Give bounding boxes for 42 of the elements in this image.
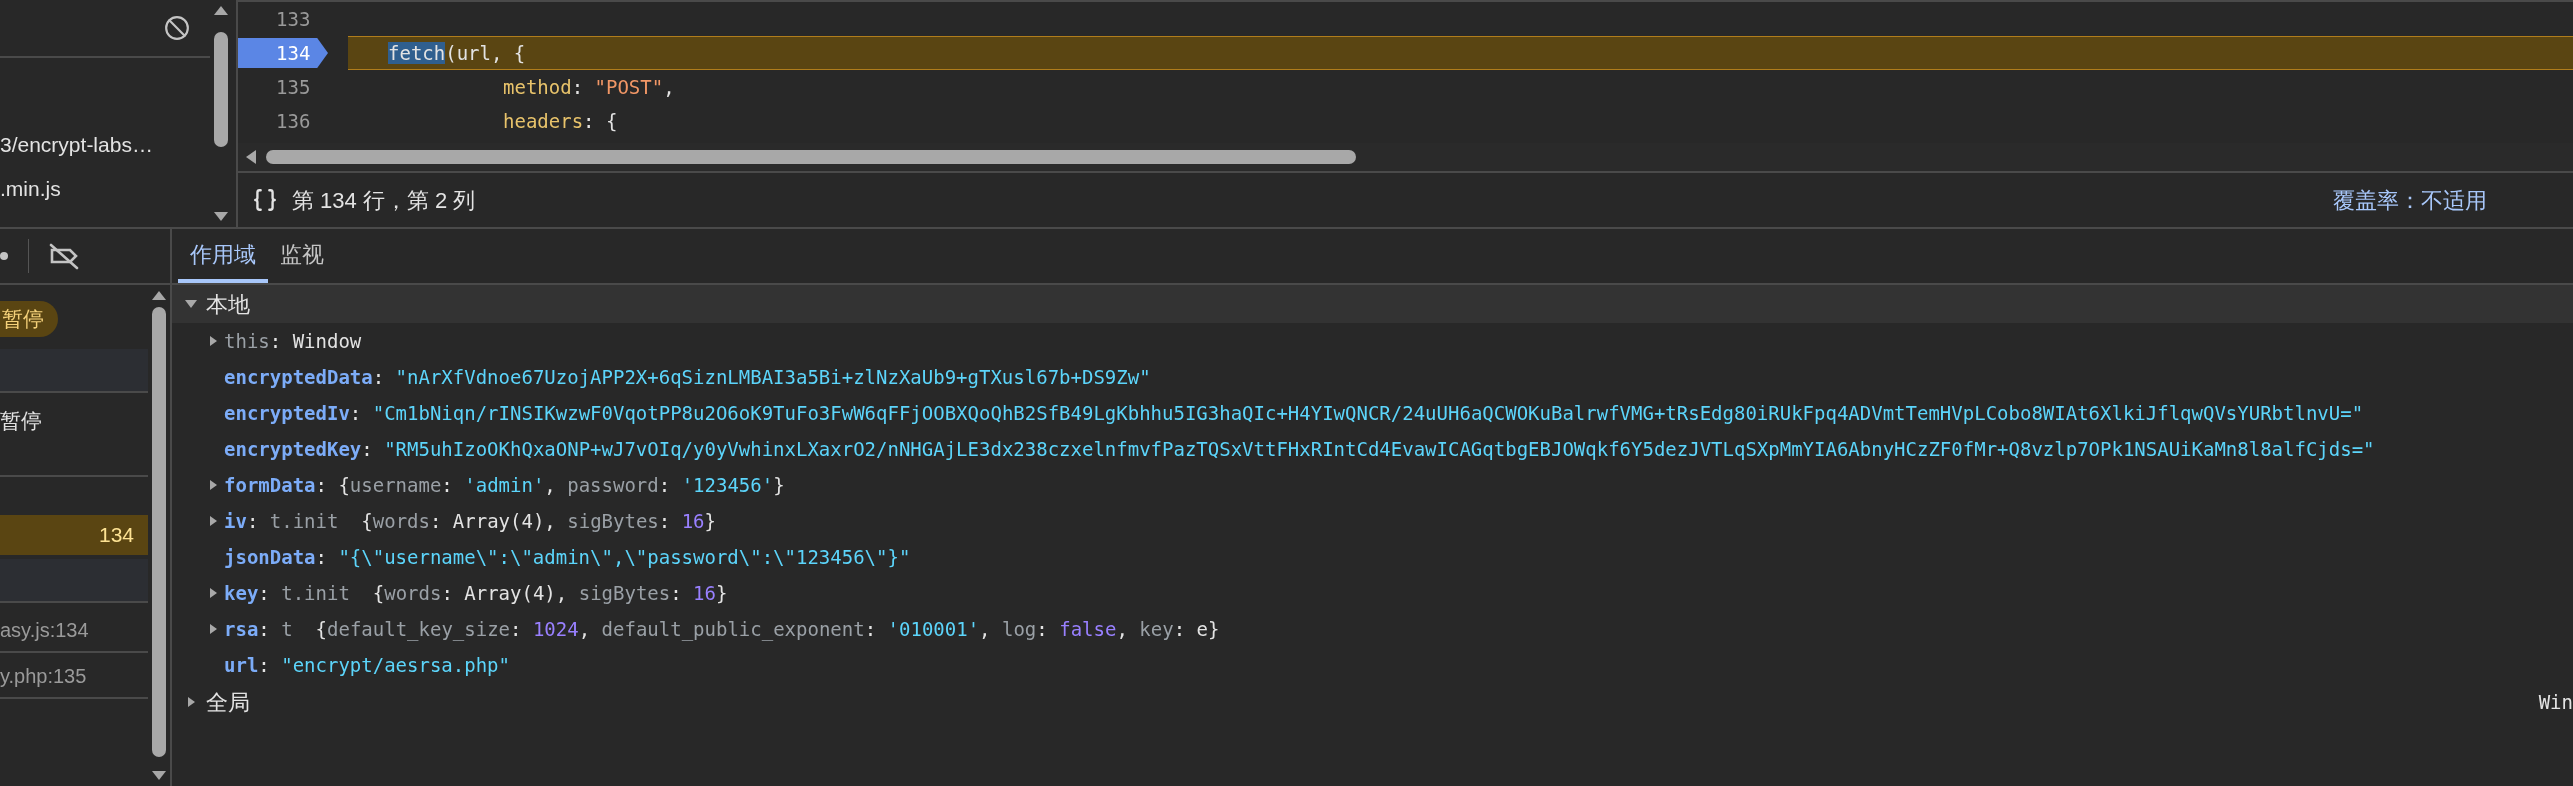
line-number[interactable]: 134	[238, 38, 328, 68]
scope-variable[interactable]: encryptedIv: "Cm1bNiqn/rINSIKwzwF0VqotPP8u2O6oK9TuFo3FwW6qFFjOOBXQoQhB2SfB49LgKbhhu5IG3haQIc+H4YIwQNCR/24uUH6aQCWOKuBalrwfVMG+tRsEdg80iRUkFpq4ADVmtTemHVpLCobo8WIAt6XlkiJflqwQVsYURbtlnvU="	[224, 398, 2364, 428]
scope-variable[interactable]: key: t.init {words: Array(4), sigBytes: 16}	[224, 578, 728, 608]
tab[interactable]: 监视	[268, 229, 336, 283]
scroll-down-arrow-icon[interactable]	[151, 770, 167, 782]
code-line: fetch(url, {	[388, 40, 526, 66]
scope-variable[interactable]: url: "encrypt/aesrsa.php"	[224, 650, 510, 680]
scope-variable[interactable]: encryptedData: "nArXfVdnoe67UzojAPP2X+6qSiznLMBAI3a5Bi+zlNzXaUb9+gTXusl67b+DS9Zw"	[224, 362, 1151, 392]
braces-icon[interactable]	[252, 187, 278, 213]
scroll-up-arrow-icon[interactable]	[213, 4, 229, 16]
scrollbar-thumb[interactable]	[152, 307, 166, 757]
block-icon[interactable]	[164, 15, 190, 41]
line-number[interactable]: 133	[238, 4, 328, 34]
line-number[interactable]: 135	[238, 72, 328, 102]
scope-variable[interactable]: this: Window	[224, 326, 362, 356]
call-frame[interactable]: y.php:135	[0, 661, 87, 691]
code-line: method: "POST",	[503, 74, 675, 100]
coverage-status: 覆盖率：不适用	[2333, 186, 2488, 215]
scope-variable[interactable]: rsa: t {default_key_size: 1024, default_public_exponent: '010001', log: false, key: e}	[224, 614, 1220, 644]
scrollbar-thumb[interactable]	[266, 150, 1356, 164]
scope-variable[interactable]: encryptedKey: "RM5uhIzoOKhQxaONP+wJ7vOIq/y0yVwhinxLXaxrO2/nNHGAjLE3dx238czxelnfmvfPazTQSxVttFHxRIntCd4EvawICAGqtbgEBJOWqkf6Y5dezJVTLqSXpMmYIA6AbnyHCzZF0fMr+Q8vzlp7OPk1NSAUiKaMn8l8alfCjds="	[224, 434, 2375, 464]
call-frame[interactable]: asy.js:134	[0, 615, 89, 645]
scrollbar-thumb[interactable]	[214, 32, 228, 147]
scope-section-title[interactable]: 本地	[206, 287, 250, 321]
code-line: headers: {	[503, 108, 618, 134]
deactivate-breakpoints-icon[interactable]	[47, 242, 81, 270]
cursor-position: 第 134 行，第 2 列	[292, 186, 476, 215]
pause-option-label: 暂停	[0, 409, 42, 432]
scope-value: Win	[2538, 689, 2573, 715]
file-item[interactable]: 3/encrypt-labs…	[0, 123, 210, 167]
scroll-left-arrow-icon[interactable]	[244, 149, 258, 165]
scroll-up-arrow-icon[interactable]	[151, 289, 167, 301]
file-item[interactable]: .min.js	[0, 167, 210, 211]
scope-variable[interactable]: jsonData: "{\"username\":\"admin\",\"password\":\"123456\"}"	[224, 542, 911, 572]
line-number[interactable]: 136	[238, 106, 328, 136]
paused-badge: 暂停	[0, 301, 58, 337]
scope-variable[interactable]: iv: t.init {words: Array(4), sigBytes: 16}	[224, 506, 716, 536]
dot-icon[interactable]	[0, 249, 10, 263]
scope-section-title[interactable]: 全局	[206, 685, 250, 719]
breakpoint-row[interactable]: 134	[0, 515, 148, 555]
scroll-down-arrow-icon[interactable]	[213, 211, 229, 223]
scope-variable[interactable]: formData: {username: 'admin', password: '123456'}	[224, 470, 785, 500]
